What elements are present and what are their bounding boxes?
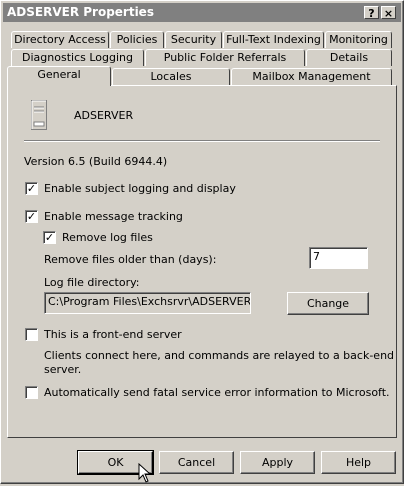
- log-dir-field[interactable]: C:\Program Files\Exchsrvr\ADSERVER.log: [44, 292, 251, 314]
- apply-button[interactable]: Apply: [240, 451, 315, 474]
- title-bar[interactable]: ADSERVER Properties ? ×: [3, 3, 401, 22]
- tab-public-folder-referrals[interactable]: Public Folder Referrals: [145, 49, 305, 66]
- help-title-button[interactable]: ?: [364, 6, 379, 20]
- front-end-description-line2: server.: [44, 363, 82, 376]
- remove-log-files-checkbox[interactable]: ✓: [43, 231, 56, 244]
- remove-older-days-input[interactable]: 7: [309, 247, 368, 269]
- message-tracking-label[interactable]: Enable message tracking: [44, 210, 183, 223]
- front-end-description-line1: Clients connect here, and commands are r…: [44, 349, 395, 362]
- remove-log-files-label[interactable]: Remove log files: [62, 231, 153, 244]
- front-end-label[interactable]: This is a front-end server: [44, 328, 182, 341]
- general-tab-panel: ADSERVER Version 6.5 (Build 6944.4) ✓ En…: [7, 85, 397, 438]
- separator: [24, 140, 380, 142]
- auto-send-errors-checkbox[interactable]: [25, 386, 38, 399]
- help-button[interactable]: Help: [321, 451, 396, 474]
- message-tracking-checkbox[interactable]: ✓: [25, 210, 38, 223]
- window-title: ADSERVER Properties: [7, 5, 154, 19]
- tab-policies[interactable]: Policies: [110, 31, 164, 48]
- version-label: Version 6.5 (Build 6944.4): [24, 155, 168, 168]
- tab-diagnostics-logging[interactable]: Diagnostics Logging: [11, 49, 144, 66]
- tab-security[interactable]: Security: [165, 31, 222, 48]
- tab-monitoring[interactable]: Monitoring: [325, 31, 392, 48]
- tab-locales[interactable]: Locales: [112, 68, 230, 85]
- properties-dialog: ADSERVER Properties ? × Directory Access…: [0, 0, 404, 484]
- server-name: ADSERVER: [74, 109, 134, 122]
- subject-logging-checkbox[interactable]: ✓: [25, 182, 38, 195]
- auto-send-errors-label[interactable]: Automatically send fatal service error i…: [44, 386, 390, 399]
- subject-logging-label[interactable]: Enable subject logging and display: [44, 182, 236, 195]
- tab-details[interactable]: Details: [306, 49, 392, 66]
- change-button[interactable]: Change: [287, 292, 369, 315]
- tab-full-text-indexing[interactable]: Full-Text Indexing: [223, 31, 324, 48]
- cancel-button[interactable]: Cancel: [159, 451, 234, 474]
- tab-mailbox-management[interactable]: Mailbox Management: [231, 68, 392, 85]
- tab-general[interactable]: General: [7, 66, 111, 86]
- close-button[interactable]: ×: [381, 6, 396, 20]
- front-end-checkbox[interactable]: [25, 328, 38, 341]
- tab-directory-access[interactable]: Directory Access: [11, 31, 109, 48]
- remove-older-label: Remove files older than (days):: [44, 253, 217, 266]
- mouse-cursor-icon: [138, 462, 152, 483]
- server-icon: [31, 100, 47, 130]
- log-dir-label: Log file directory:: [44, 276, 140, 289]
